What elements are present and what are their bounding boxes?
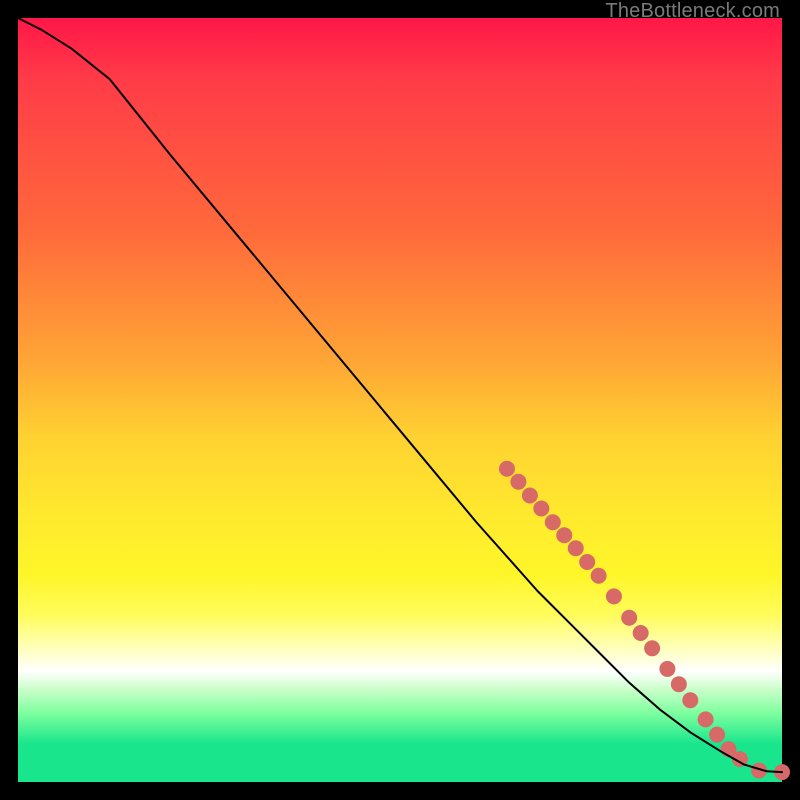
- data-marker: [556, 527, 572, 543]
- watermark-text: TheBottleneck.com: [605, 0, 780, 23]
- data-marker: [591, 568, 607, 584]
- data-marker: [499, 461, 515, 477]
- data-marker: [682, 692, 698, 708]
- data-marker: [545, 514, 561, 530]
- data-marker: [510, 474, 526, 490]
- data-marker: [606, 588, 622, 604]
- data-marker: [522, 488, 538, 504]
- data-marker: [568, 540, 584, 556]
- data-marker: [659, 661, 675, 677]
- data-marker: [533, 500, 549, 516]
- chart-svg: [18, 18, 782, 782]
- chart-stage: TheBottleneck.com: [0, 0, 800, 800]
- data-markers: [499, 461, 790, 780]
- data-marker: [698, 711, 714, 727]
- data-marker: [671, 676, 687, 692]
- curve-line: [18, 18, 782, 772]
- data-marker: [579, 554, 595, 570]
- data-marker: [633, 625, 649, 641]
- data-marker: [621, 610, 637, 626]
- data-marker: [644, 640, 660, 656]
- data-marker: [709, 727, 725, 743]
